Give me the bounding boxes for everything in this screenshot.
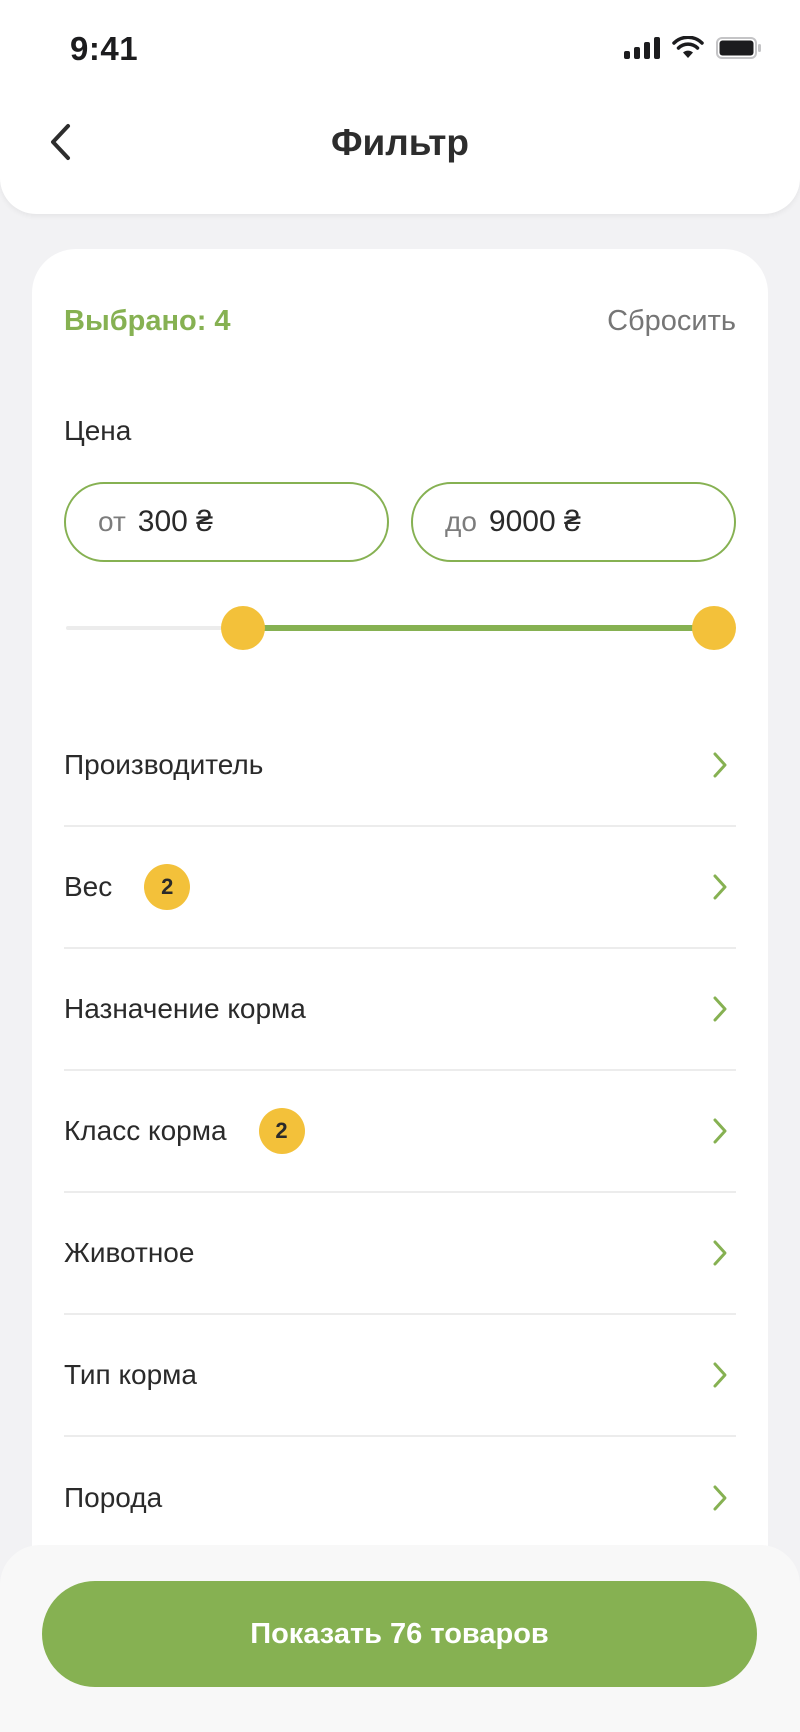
filter-row[interactable]: Порода — [64, 1437, 736, 1559]
price-range-slider[interactable] — [64, 605, 736, 651]
header-panel: 9:41 Фильтр — [0, 0, 800, 214]
page-title: Фильтр — [330, 122, 470, 163]
filter-row-label: Класс корма — [64, 1115, 227, 1146]
cellular-signal-icon — [624, 37, 660, 59]
selected-count-badge: 2 — [258, 1108, 305, 1154]
filter-row-label: Тип корма — [64, 1359, 197, 1390]
status-icons — [624, 36, 762, 60]
filter-row[interactable]: Назначение корма — [64, 949, 736, 1071]
filter-row[interactable]: Животное — [64, 1193, 736, 1315]
status-time: 9:41 — [70, 30, 139, 67]
filter-row-label: Производитель — [64, 749, 264, 780]
price-to-input[interactable]: до 9000 ₴ — [411, 482, 736, 562]
battery-icon — [716, 37, 762, 59]
show-results-button[interactable]: Показать 76 товаров — [42, 1581, 757, 1687]
chevron-right-icon — [713, 1240, 727, 1266]
selected-count-label: Выбрано: 4 — [64, 305, 231, 337]
filter-row-label: Назначение корма — [64, 993, 306, 1024]
filter-card: Выбрано: 4 Сбросить Цена от 300 ₴ до 900… — [32, 249, 768, 1649]
chevron-right-icon — [713, 996, 727, 1022]
filter-row[interactable]: Производитель — [64, 705, 736, 827]
chevron-right-icon — [713, 874, 727, 900]
reset-button[interactable]: Сбросить — [607, 305, 736, 338]
price-to-value: 9000 ₴ — [488, 505, 581, 538]
bottom-panel: Показать 76 товаров — [0, 1545, 800, 1732]
price-from-prefix: от — [98, 506, 126, 537]
slider-min-handle[interactable] — [221, 606, 265, 650]
price-from-value: 300 ₴ — [137, 505, 213, 538]
filter-row-label: Порода — [64, 1482, 163, 1513]
slider-max-handle[interactable] — [692, 606, 736, 650]
chevron-right-icon — [713, 1485, 727, 1511]
selected-count-badge: 2 — [144, 864, 191, 910]
filter-row[interactable]: Класс корма 2 — [64, 1071, 736, 1193]
price-label: Цена — [64, 415, 132, 446]
filter-list: Производитель Вес 2 Назначение корма Класс к… — [64, 705, 736, 1559]
chevron-right-icon — [713, 1362, 727, 1388]
price-from-input[interactable]: от 300 ₴ — [64, 482, 389, 562]
wifi-icon — [672, 36, 704, 60]
chevron-right-icon — [713, 752, 727, 778]
slider-range-fill — [243, 625, 714, 631]
price-to-prefix: до — [445, 506, 477, 537]
filter-row-label: Животное — [64, 1237, 195, 1268]
filter-row-label: Вес — [64, 871, 113, 902]
chevron-right-icon — [713, 1118, 727, 1144]
filter-row[interactable]: Тип корма — [64, 1315, 736, 1437]
filter-row[interactable]: Вес 2 — [64, 827, 736, 949]
